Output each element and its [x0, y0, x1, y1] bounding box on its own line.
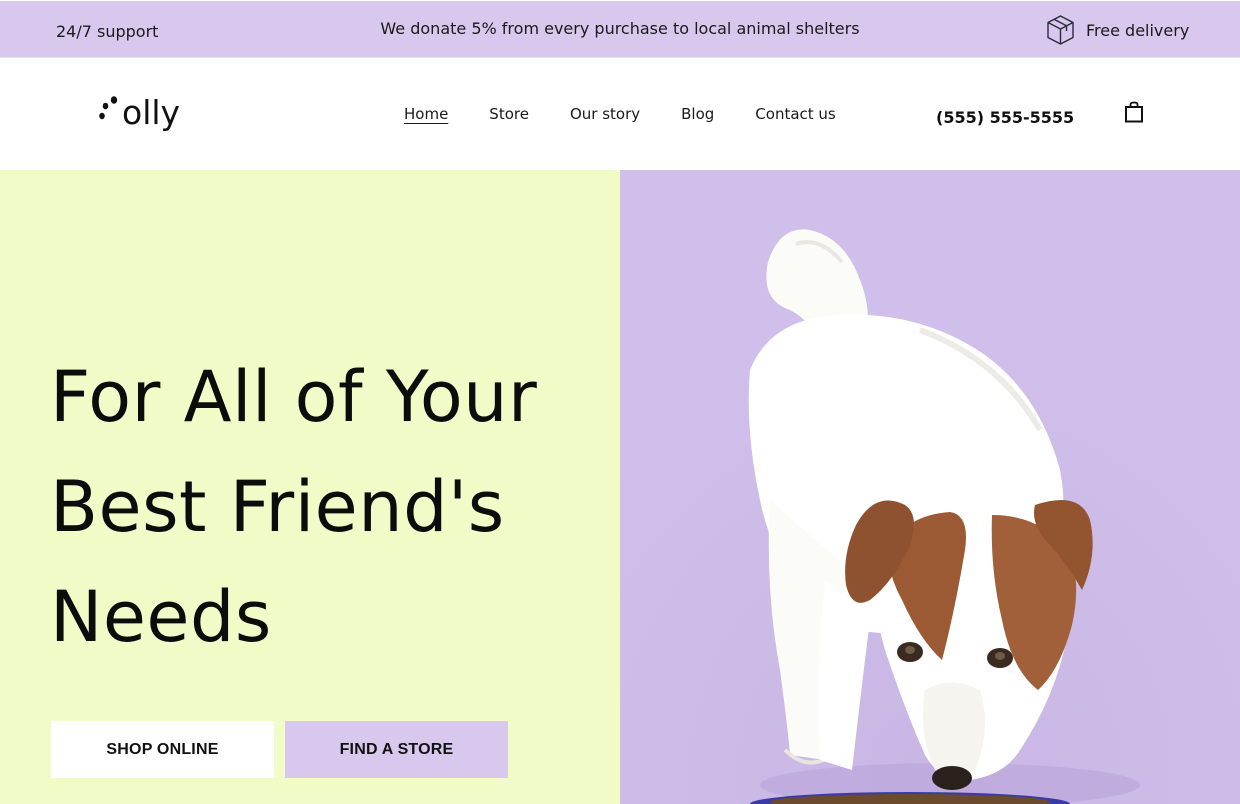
- main-nav: Home Store Our story Blog Contact us: [404, 105, 877, 123]
- hero-title-line: For All of Your: [50, 356, 538, 438]
- shopping-bag-icon[interactable]: [1124, 101, 1144, 123]
- logo[interactable]: olly: [99, 87, 180, 131]
- nav-contact-us[interactable]: Contact us: [755, 105, 835, 123]
- nav-store[interactable]: Store: [489, 105, 529, 123]
- announcement-bar: 24/7 support We donate 5% from every pur…: [0, 1, 1240, 57]
- hero-title-line: Needs: [50, 576, 272, 658]
- free-delivery: Free delivery: [1046, 14, 1189, 46]
- hero-title-line: Best Friend's: [50, 466, 505, 548]
- shop-online-button[interactable]: SHOP ONLINE: [51, 721, 274, 778]
- site-header: olly Home Store Our story Blog Contact u…: [0, 57, 1240, 170]
- nav-blog[interactable]: Blog: [681, 105, 714, 123]
- nav-home[interactable]: Home: [404, 105, 448, 123]
- logo-text: olly: [122, 93, 181, 132]
- nav-our-story[interactable]: Our story: [570, 105, 640, 123]
- hero-text-panel: For All of Your Best Friend's Needs SHOP…: [0, 170, 620, 804]
- hero-title: For All of Your Best Friend's Needs: [50, 342, 610, 672]
- box-icon: [1046, 14, 1075, 46]
- paw-icon: [99, 91, 121, 131]
- free-delivery-label: Free delivery: [1086, 20, 1190, 40]
- dog-eating-photo: [620, 170, 1240, 804]
- find-a-store-button[interactable]: FIND A STORE: [285, 721, 508, 778]
- phone-number[interactable]: (555) 555-5555: [936, 108, 1074, 127]
